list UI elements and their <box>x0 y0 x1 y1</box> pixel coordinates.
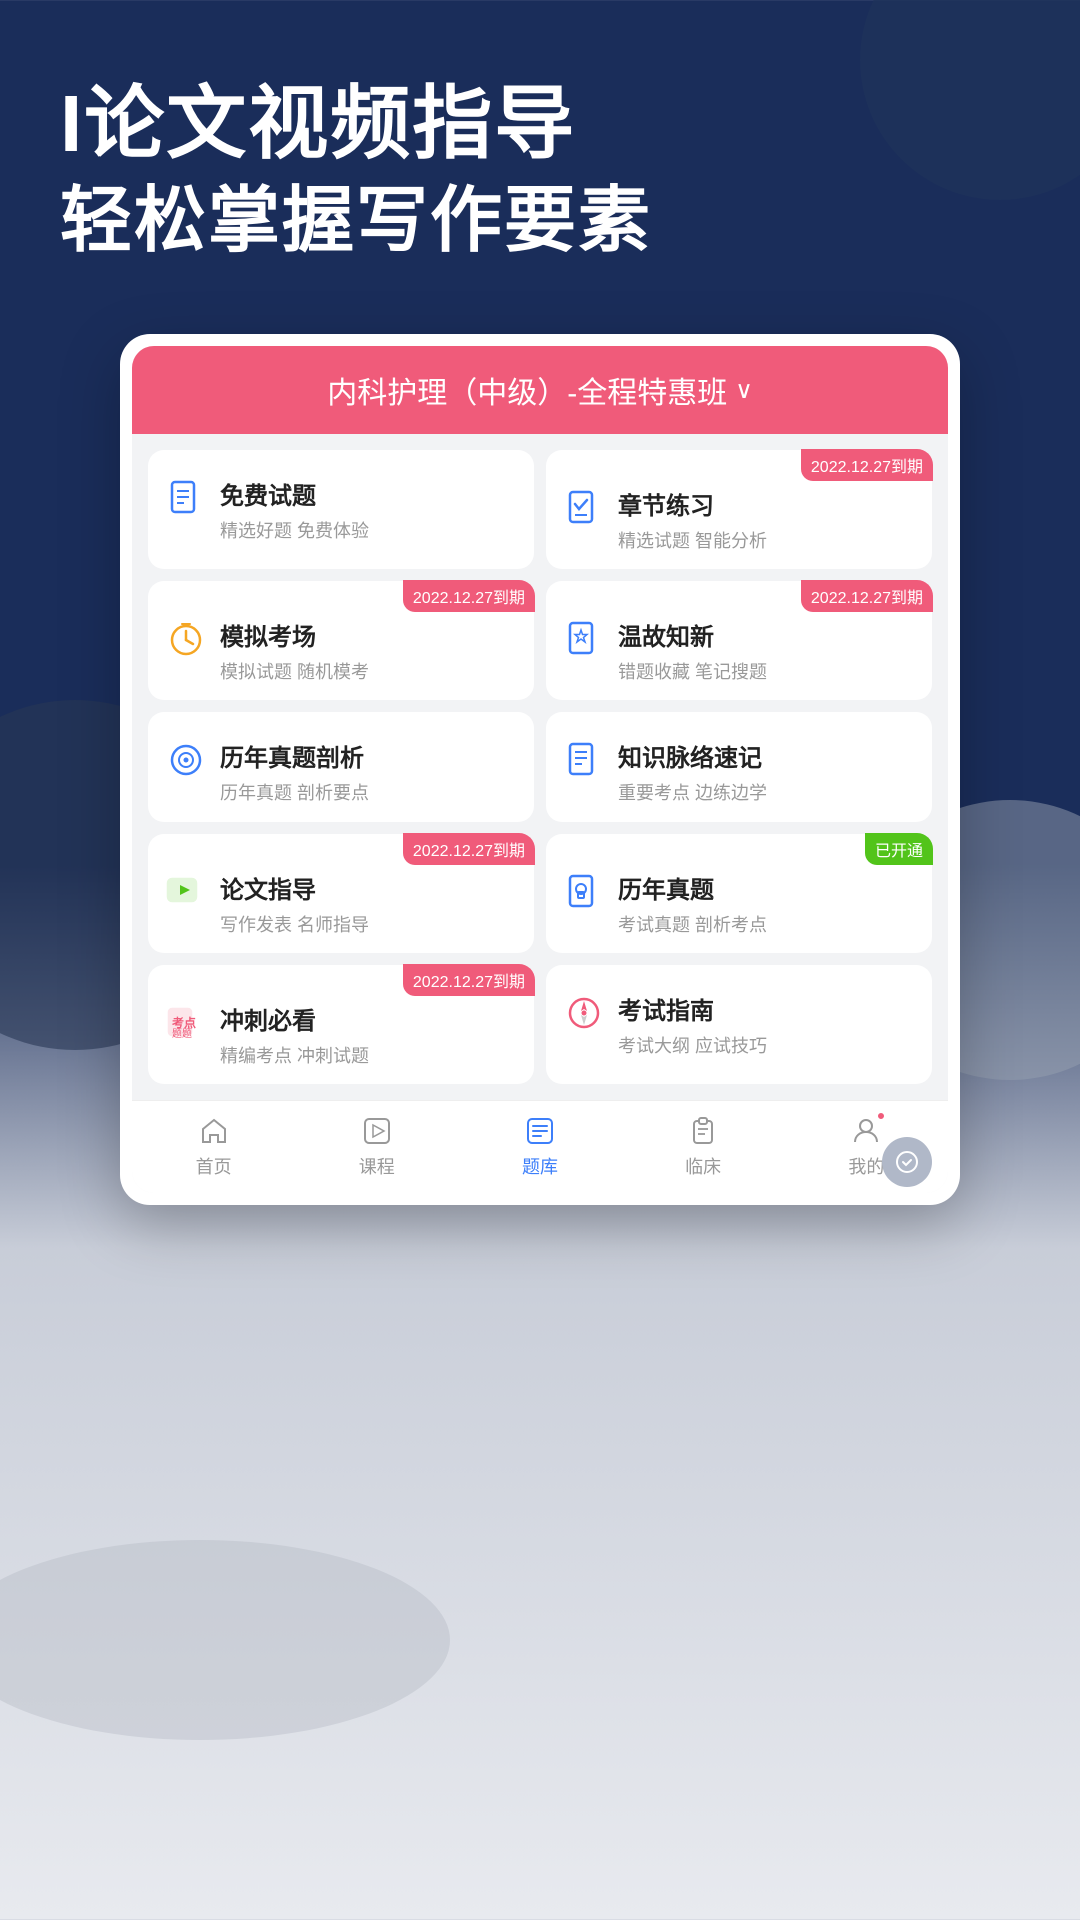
card-knowledge-map[interactable]: 知识脉络速记 重要考点 边练边学 <box>546 712 932 822</box>
card-sprint-must-subtitle: 精编考点 冲刺试题 <box>220 1042 518 1068</box>
nav-home-label: 首页 <box>196 1153 232 1179</box>
card-past-exams-subtitle: 考试真题 剖析考点 <box>618 911 916 937</box>
list-doc-icon <box>562 738 606 782</box>
card-free-questions-title: 免费试题 <box>220 476 518 511</box>
doc-star-icon <box>562 617 606 661</box>
card-review-new[interactable]: 2022.12.27到期 温故知新 错题收藏 笔记搜题 <box>546 581 932 700</box>
tag-red-icon: 考点 题题 <box>164 1001 208 1045</box>
bottom-navigation: 首页 课程 <box>132 1100 948 1193</box>
nav-course-label: 课程 <box>359 1153 395 1179</box>
card-review-new-title: 温故知新 <box>618 617 916 652</box>
paper-guide-badge: 2022.12.27到期 <box>403 833 535 865</box>
past-exams-badge: 已开通 <box>865 833 933 865</box>
header-section: I论文视频指导 轻松掌握写作要素 <box>0 0 1080 304</box>
compass-pink-icon <box>562 991 606 1035</box>
cards-grid: 免费试题 精选好题 免费体验 2022.12.27到期 <box>132 434 948 1100</box>
play-icon <box>359 1113 395 1149</box>
app-header[interactable]: 内科护理（中级）-全程特惠班 ∨ <box>132 346 948 434</box>
review-new-badge: 2022.12.27到期 <box>801 580 933 612</box>
card-past-exams[interactable]: 已开通 历年真题 考试真题 剖析考点 <box>546 834 932 953</box>
nav-mine[interactable]: 我的 <box>848 1113 884 1179</box>
clock-gold-icon <box>164 617 208 661</box>
list-active-icon <box>522 1113 558 1149</box>
card-exam-guide[interactable]: 考试指南 考试大纲 应试技巧 <box>546 965 932 1084</box>
nav-mine-label: 我的 <box>848 1153 884 1179</box>
nav-question-bank-label: 题库 <box>522 1153 558 1179</box>
svg-text:题题: 题题 <box>172 1028 192 1040</box>
tablet-inner: 内科护理（中级）-全程特惠班 ∨ 免费试题 <box>132 346 948 1193</box>
doc-check-icon <box>562 486 606 530</box>
card-mock-exam[interactable]: 2022.12.27到期 模拟考场 模拟试题 随机模考 <box>148 581 534 700</box>
card-paper-guide-title: 论文指导 <box>220 870 518 905</box>
card-paper-guide-subtitle: 写作发表 名师指导 <box>220 911 518 937</box>
sprint-must-badge: 2022.12.27到期 <box>403 964 535 996</box>
course-title: 内科护理（中级）-全程特惠班 <box>327 368 727 412</box>
nav-clinic-label: 临床 <box>685 1153 721 1179</box>
card-paper-guide[interactable]: 2022.12.27到期 论文指导 写作发表 名师指导 <box>148 834 534 953</box>
nav-home[interactable]: 首页 <box>196 1113 232 1179</box>
bg-wave-bottom <box>0 1540 450 1740</box>
card-past-analysis-subtitle: 历年真题 剖析要点 <box>220 779 518 805</box>
card-sprint-must-title: 冲刺必看 <box>220 1001 518 1036</box>
tablet-mockup: 内科护理（中级）-全程特惠班 ∨ 免费试题 <box>120 334 960 1205</box>
svg-text:考点: 考点 <box>172 1015 196 1030</box>
card-review-new-subtitle: 错题收藏 笔记搜题 <box>618 658 916 684</box>
card-mock-exam-subtitle: 模拟试题 随机模考 <box>220 658 518 684</box>
nav-clinic[interactable]: 临床 <box>685 1113 721 1179</box>
card-free-questions[interactable]: 免费试题 精选好题 免费体验 <box>148 450 534 569</box>
doc-circle-icon <box>164 738 208 782</box>
user-icon <box>848 1113 884 1149</box>
card-knowledge-map-title: 知识脉络速记 <box>618 738 916 773</box>
mock-exam-badge: 2022.12.27到期 <box>403 580 535 612</box>
course-arrow-icon: ∨ <box>735 376 753 405</box>
card-exam-guide-title: 考试指南 <box>618 991 916 1026</box>
card-sprint-must[interactable]: 2022.12.27到期 考点 题题 冲刺必看 精编考点 冲刺试题 <box>148 965 534 1084</box>
video-green-icon <box>164 870 208 914</box>
card-past-analysis-title: 历年真题剖析 <box>220 738 518 773</box>
card-knowledge-map-subtitle: 重要考点 边练边学 <box>618 779 916 805</box>
doc-blue-icon <box>164 476 208 520</box>
card-free-questions-subtitle: 精选好题 免费体验 <box>220 517 518 543</box>
clipboard-icon <box>685 1113 721 1149</box>
card-chapter-practice[interactable]: 2022.12.27到期 章节练习 精选试题 智能分析 <box>546 450 932 569</box>
card-chapter-practice-subtitle: 精选试题 智能分析 <box>618 527 916 553</box>
card-past-exams-title: 历年真题 <box>618 870 916 905</box>
card-past-analysis[interactable]: 历年真题剖析 历年真题 剖析要点 <box>148 712 534 822</box>
nav-question-bank[interactable]: 题库 <box>522 1113 558 1179</box>
home-icon <box>196 1113 232 1149</box>
nav-course[interactable]: 课程 <box>359 1113 395 1179</box>
card-chapter-practice-title: 章节练习 <box>618 486 916 521</box>
card-exam-guide-subtitle: 考试大纲 应试技巧 <box>618 1032 916 1058</box>
doc-lock-icon <box>562 870 606 914</box>
header-line2: 轻松掌握写作要素 <box>60 178 1020 264</box>
header-line1: I论文视频指导 <box>60 80 1020 168</box>
chapter-practice-badge: 2022.12.27到期 <box>801 449 933 481</box>
card-mock-exam-title: 模拟考场 <box>220 617 518 652</box>
